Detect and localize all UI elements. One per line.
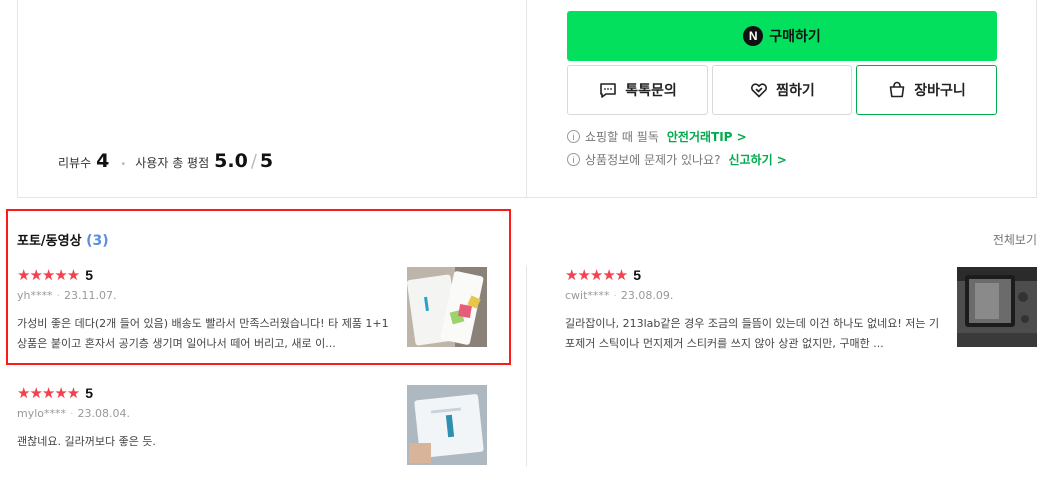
- report-link[interactable]: 신고하기 >: [728, 151, 786, 168]
- star-rating-icon: ★★★★★: [565, 266, 628, 284]
- avg-score: 5.0: [214, 150, 248, 172]
- photo-video-reviews-title: 포토/동영상 (3): [17, 230, 109, 249]
- chat-bubble-icon: [600, 83, 617, 98]
- review-photo-thumbnail[interactable]: [407, 385, 487, 465]
- talktalk-inquiry-button[interactable]: 톡톡문의: [567, 65, 708, 115]
- review-meta: yh**** · 23.11.07.: [17, 289, 397, 302]
- cart-button-label: 장바구니: [914, 83, 966, 99]
- section-review-count: (3): [86, 233, 109, 249]
- section-title-text: 포토/동영상: [17, 234, 82, 249]
- buy-button[interactable]: N 구매하기: [567, 11, 997, 61]
- review-score: 5: [85, 385, 94, 401]
- shopping-bag-icon: [889, 81, 905, 98]
- review-count-label: 리뷰수: [58, 156, 92, 170]
- product-box-photo: [407, 385, 487, 465]
- add-to-cart-button[interactable]: 장바구니: [856, 65, 997, 115]
- review-rating: ★★★★★ 5: [565, 267, 945, 283]
- review-count: 4: [96, 150, 110, 172]
- safe-trade-tip-link[interactable]: 안전거래TIP >: [667, 128, 747, 145]
- meta-separator: ·: [70, 407, 74, 420]
- review-text: 괜찮네요. 길라꺼보다 좋은 듯.: [17, 435, 156, 448]
- review-item[interactable]: ★★★★★ 5 yh**** · 23.11.07. 가성비 좋은 데다(2개 들어…: [17, 267, 397, 354]
- review-date: 23.08.04.: [77, 407, 130, 420]
- review-item[interactable]: ★★★★★ 5 cwit**** · 23.08.09. 길라잡이나, 213lab…: [565, 267, 945, 354]
- review-rating: ★★★★★ 5: [17, 267, 397, 283]
- review-column-divider: [526, 266, 527, 466]
- rating-summary: 리뷰수 4 • 사용자 총 평점 5.0 / 5: [58, 150, 273, 172]
- panel-divider: [526, 0, 527, 198]
- review-photo-thumbnail[interactable]: [407, 267, 487, 347]
- review-text: 가성비 좋은 데다(2개 들어 있음) 배송도 빨라서 만족스러웠습니다! 타 …: [17, 317, 389, 350]
- wishlist-button-label: 찜하기: [776, 83, 815, 99]
- star-rating-icon: ★★★★★: [17, 384, 80, 402]
- review-text: 길라잡이나, 213lab같은 경우 조금의 들뜸이 있는데 이건 하나도 없네…: [565, 317, 940, 350]
- meta-separator: ·: [613, 289, 617, 302]
- product-package-photo: [407, 267, 487, 347]
- camera-screen-photo: [957, 267, 1037, 347]
- info-circle-icon: i: [567, 153, 580, 166]
- review-meta: cwit**** · 23.08.09.: [565, 289, 945, 302]
- info-circle-icon: i: [567, 130, 580, 143]
- star-rating-icon: ★★★★★: [17, 266, 80, 284]
- report-question-text: 상품정보에 문제가 있나요?: [585, 153, 721, 167]
- review-rating: ★★★★★ 5: [17, 385, 397, 401]
- buy-button-label: 구매하기: [769, 29, 821, 45]
- review-score: 5: [633, 267, 642, 283]
- review-user: mylo****: [17, 407, 67, 420]
- safe-trade-text: 쇼핑할 때 필독: [585, 130, 659, 144]
- review-meta: mylo**** · 23.08.04.: [17, 407, 397, 420]
- max-score: 5: [259, 150, 274, 172]
- avg-score-label: 사용자 총 평점: [135, 156, 210, 170]
- review-photo-thumbnail[interactable]: [957, 267, 1037, 347]
- meta-separator: ·: [56, 289, 60, 302]
- naver-n-icon: N: [743, 26, 764, 46]
- score-slash: /: [250, 151, 257, 172]
- safe-trade-notice: i 쇼핑할 때 필독 안전거래TIP >: [567, 128, 747, 145]
- review-date: 23.11.07.: [63, 289, 117, 302]
- review-user: yh****: [17, 289, 53, 302]
- view-all-link[interactable]: 전체보기: [993, 231, 1037, 248]
- separator-dot: •: [120, 159, 127, 170]
- review-score: 5: [85, 267, 94, 283]
- talktalk-button-label: 톡톡문의: [625, 83, 677, 99]
- wishlist-button[interactable]: 찜하기: [712, 65, 852, 115]
- heart-icon: [751, 83, 768, 98]
- review-date: 23.08.09.: [620, 289, 674, 302]
- review-item[interactable]: ★★★★★ 5 mylo**** · 23.08.04. 괜찮네요. 길라꺼보다 좋…: [17, 385, 397, 472]
- report-notice: i 상품정보에 문제가 있나요? 신고하기 >: [567, 151, 787, 168]
- review-user: cwit****: [565, 289, 610, 302]
